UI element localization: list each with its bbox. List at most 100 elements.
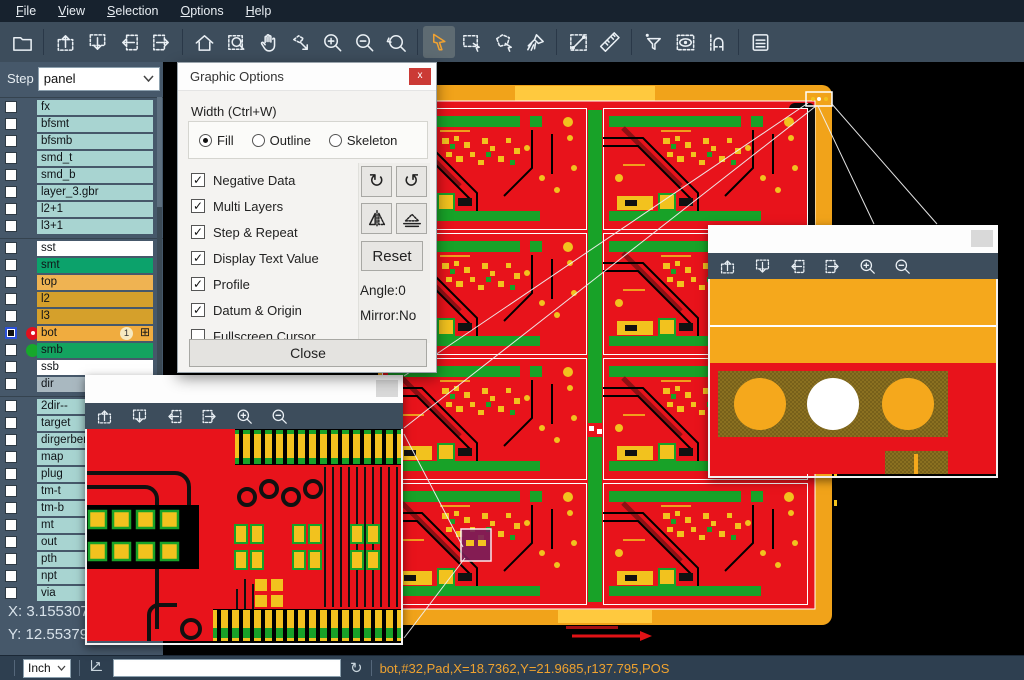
close-button[interactable]: Close bbox=[189, 339, 427, 367]
pan-hand-icon[interactable] bbox=[252, 26, 284, 58]
home-view-icon[interactable] bbox=[188, 26, 220, 58]
layer-visibility-checkbox[interactable] bbox=[5, 485, 17, 497]
filter-icon[interactable] bbox=[637, 26, 669, 58]
layer-visibility-checkbox[interactable] bbox=[5, 570, 17, 582]
layer-name[interactable]: smd_t bbox=[37, 151, 153, 166]
measure-angle-icon[interactable] bbox=[88, 657, 105, 679]
layer-visibility-checkbox[interactable] bbox=[5, 220, 17, 232]
poly-select-icon[interactable] bbox=[487, 26, 519, 58]
layer-visibility-checkbox[interactable] bbox=[5, 361, 17, 373]
layer-row[interactable]: l3+1 ⊞ bbox=[0, 218, 163, 234]
frame-left-icon[interactable] bbox=[163, 405, 185, 427]
layer-row[interactable]: bfsmb ⊞ bbox=[0, 133, 163, 149]
layer-row[interactable]: ssb ⊞ bbox=[0, 359, 163, 375]
zoom-window-pad-detail[interactable] bbox=[85, 375, 403, 645]
layer-visibility-checkbox[interactable] bbox=[5, 417, 17, 429]
layer-visibility-checkbox[interactable] bbox=[5, 310, 17, 322]
radio-icon[interactable] bbox=[329, 134, 342, 147]
zoom-window-titlebar[interactable] bbox=[85, 375, 403, 403]
menu-item[interactable]: View bbox=[48, 2, 95, 20]
layer-row[interactable]: smb ⊞ bbox=[0, 342, 163, 358]
radio-icon[interactable] bbox=[252, 134, 265, 147]
checkbox-icon[interactable]: ✓ bbox=[191, 303, 205, 317]
layer-visibility-checkbox[interactable] bbox=[5, 587, 17, 599]
layer-visibility-checkbox[interactable] bbox=[5, 203, 17, 215]
layer-row[interactable]: sst ⊞ bbox=[0, 240, 163, 256]
measure-ruler-icon[interactable] bbox=[594, 26, 626, 58]
layer-name[interactable]: l2+1 bbox=[37, 202, 153, 217]
step-select[interactable]: panel bbox=[38, 67, 160, 91]
display-option-checkbox[interactable]: ✓ Display Text Value bbox=[191, 245, 351, 271]
frame-down-icon[interactable] bbox=[128, 405, 150, 427]
zoom-window-content[interactable] bbox=[708, 279, 998, 478]
zoom-out-icon[interactable] bbox=[268, 405, 290, 427]
zoom-source-pad[interactable] bbox=[461, 529, 491, 561]
display-option-checkbox[interactable]: ✓ Step & Repeat bbox=[191, 219, 351, 245]
layer-visibility-checkbox[interactable] bbox=[5, 378, 17, 390]
layer-name[interactable]: l3+1 bbox=[37, 219, 153, 234]
layer-row[interactable]: fx ⊞ bbox=[0, 99, 163, 115]
menu-item[interactable]: File bbox=[6, 2, 46, 20]
layer-name[interactable]: smt bbox=[37, 258, 153, 273]
layer-row[interactable]: smd_b ⊞ bbox=[0, 167, 163, 183]
checkbox-icon[interactable]: ✓ bbox=[191, 251, 205, 265]
width-mode-radio[interactable]: Fill bbox=[199, 133, 234, 148]
layer-visibility-checkbox[interactable] bbox=[5, 118, 17, 130]
layer-visibility-checkbox[interactable] bbox=[5, 101, 17, 113]
layer-row[interactable]: l2+1 ⊞ bbox=[0, 201, 163, 217]
zoom-window-icon[interactable] bbox=[220, 26, 252, 58]
layer-visibility-checkbox[interactable] bbox=[5, 502, 17, 514]
layer-visibility-checkbox[interactable] bbox=[5, 327, 17, 339]
display-option-checkbox[interactable]: ✓ Negative Data bbox=[191, 167, 351, 193]
layer-name[interactable]: top bbox=[37, 275, 153, 290]
display-option-checkbox[interactable]: ✓ Multi Layers bbox=[191, 193, 351, 219]
layer-row[interactable]: layer_3.gbr ⊞ bbox=[0, 184, 163, 200]
layer-visibility-checkbox[interactable] bbox=[5, 468, 17, 480]
checkbox-icon[interactable]: ✓ bbox=[191, 199, 205, 213]
layer-visibility-checkbox[interactable] bbox=[5, 242, 17, 254]
frame-down-icon[interactable] bbox=[751, 255, 773, 277]
frame-up-icon[interactable] bbox=[716, 255, 738, 277]
layer-visibility-checkbox[interactable] bbox=[5, 186, 17, 198]
command-input[interactable] bbox=[113, 659, 341, 677]
mirror-vertical-button[interactable] bbox=[396, 203, 427, 234]
layer-name[interactable]: smb bbox=[37, 343, 153, 358]
pan-polygon-icon[interactable] bbox=[284, 26, 316, 58]
layer-name[interactable]: l2 bbox=[37, 292, 153, 307]
close-icon[interactable]: x bbox=[409, 68, 431, 85]
layer-name[interactable]: bfsmb bbox=[37, 134, 153, 149]
frame-down-icon[interactable] bbox=[81, 26, 113, 58]
zoom-window-fiducial-detail[interactable] bbox=[708, 225, 998, 478]
layer-row[interactable]: l2 ⊞ bbox=[0, 291, 163, 307]
select-cursor-icon[interactable] bbox=[423, 26, 455, 58]
display-option-checkbox[interactable]: ✓ Profile bbox=[191, 271, 351, 297]
zoom-in-icon[interactable] bbox=[233, 405, 255, 427]
highlight-view-icon[interactable] bbox=[669, 26, 701, 58]
frame-up-icon[interactable] bbox=[93, 405, 115, 427]
menu-item[interactable]: Selection bbox=[97, 2, 168, 20]
checkbox-icon[interactable]: ✓ bbox=[191, 173, 205, 187]
layer-name[interactable]: bfsmt bbox=[37, 117, 153, 132]
frame-right-icon[interactable] bbox=[145, 26, 177, 58]
refresh-icon[interactable]: ↻ bbox=[350, 659, 363, 677]
rect-select-icon[interactable] bbox=[455, 26, 487, 58]
layer-name[interactable]: fx bbox=[37, 100, 153, 115]
frame-left-icon[interactable] bbox=[113, 26, 145, 58]
snap-magnet-icon[interactable] bbox=[701, 26, 733, 58]
zoom-in-icon[interactable] bbox=[316, 26, 348, 58]
menu-item[interactable]: Options bbox=[170, 2, 233, 20]
measure-distance-icon[interactable] bbox=[562, 26, 594, 58]
checkbox-icon[interactable]: ✓ bbox=[191, 225, 205, 239]
reset-button[interactable]: Reset bbox=[361, 241, 423, 271]
report-panel-icon[interactable] bbox=[744, 26, 776, 58]
unit-select[interactable]: Inch bbox=[23, 659, 71, 678]
menu-item[interactable]: Help bbox=[236, 2, 282, 20]
mirror-horizontal-button[interactable] bbox=[361, 203, 392, 234]
window-button-icon[interactable] bbox=[376, 380, 398, 397]
rotate-cw-button[interactable]: ↻ bbox=[361, 166, 392, 197]
layer-visibility-checkbox[interactable] bbox=[5, 152, 17, 164]
layer-name[interactable]: smd_b bbox=[37, 168, 153, 183]
layer-name[interactable]: l3 bbox=[37, 309, 153, 324]
radio-icon[interactable] bbox=[199, 134, 212, 147]
layer-visibility-checkbox[interactable] bbox=[5, 276, 17, 288]
